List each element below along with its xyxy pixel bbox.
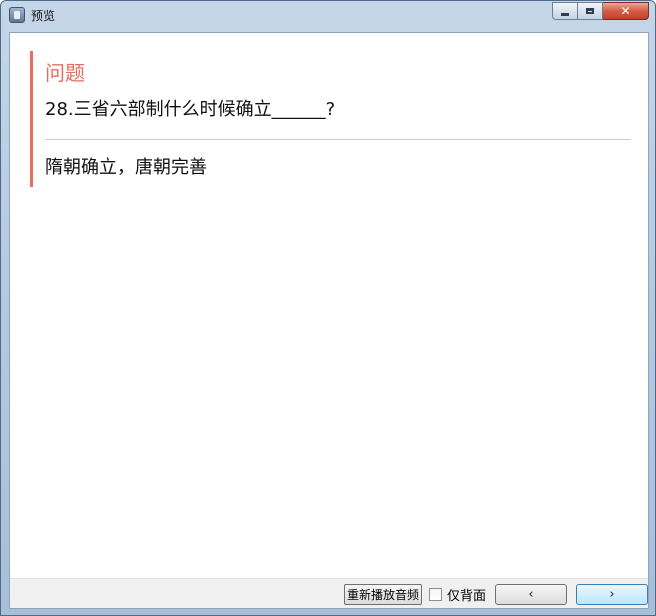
window-title: 预览 xyxy=(31,9,56,23)
chevron-right-icon: › xyxy=(609,587,615,602)
next-button[interactable]: › xyxy=(576,584,648,605)
close-button[interactable]: ✕ xyxy=(603,2,649,20)
question-heading: 问题 xyxy=(45,61,85,85)
app-icon xyxy=(9,7,25,23)
back-only-toggle[interactable]: 仅背面 xyxy=(429,585,486,604)
answer-text: 隋朝确立，唐朝完善 xyxy=(45,157,207,178)
minimize-icon xyxy=(561,12,569,16)
card-preview: 问题 28.三省六部制什么时候确立______? 隋朝确立，唐朝完善 xyxy=(30,51,631,187)
preview-content: 问题 28.三省六部制什么时候确立______? 隋朝确立，唐朝完善 重新播放音… xyxy=(9,32,649,609)
divider xyxy=(45,139,631,140)
replay-audio-button[interactable]: 重新播放音频 xyxy=(344,584,422,605)
title-bar[interactable]: 预览 ✕ xyxy=(1,1,655,31)
back-only-checkbox[interactable] xyxy=(429,587,442,601)
window-controls: ✕ xyxy=(552,2,649,20)
question-text: 28.三省六部制什么时候确立______? xyxy=(45,99,336,120)
maximize-icon xyxy=(586,8,594,14)
back-only-label[interactable]: 仅背面 xyxy=(447,585,486,604)
chevron-left-icon: ‹ xyxy=(528,587,534,602)
preview-window: 预览 ✕ 问题 28.三省六部制什么时候确立______? 隋朝确立，唐朝完善 … xyxy=(0,0,656,616)
close-icon: ✕ xyxy=(620,4,631,18)
bottom-toolbar: 重新播放音频 仅背面 ‹ › xyxy=(10,578,648,608)
previous-button[interactable]: ‹ xyxy=(495,584,567,605)
maximize-button[interactable] xyxy=(578,2,603,20)
minimize-button[interactable] xyxy=(552,2,578,20)
